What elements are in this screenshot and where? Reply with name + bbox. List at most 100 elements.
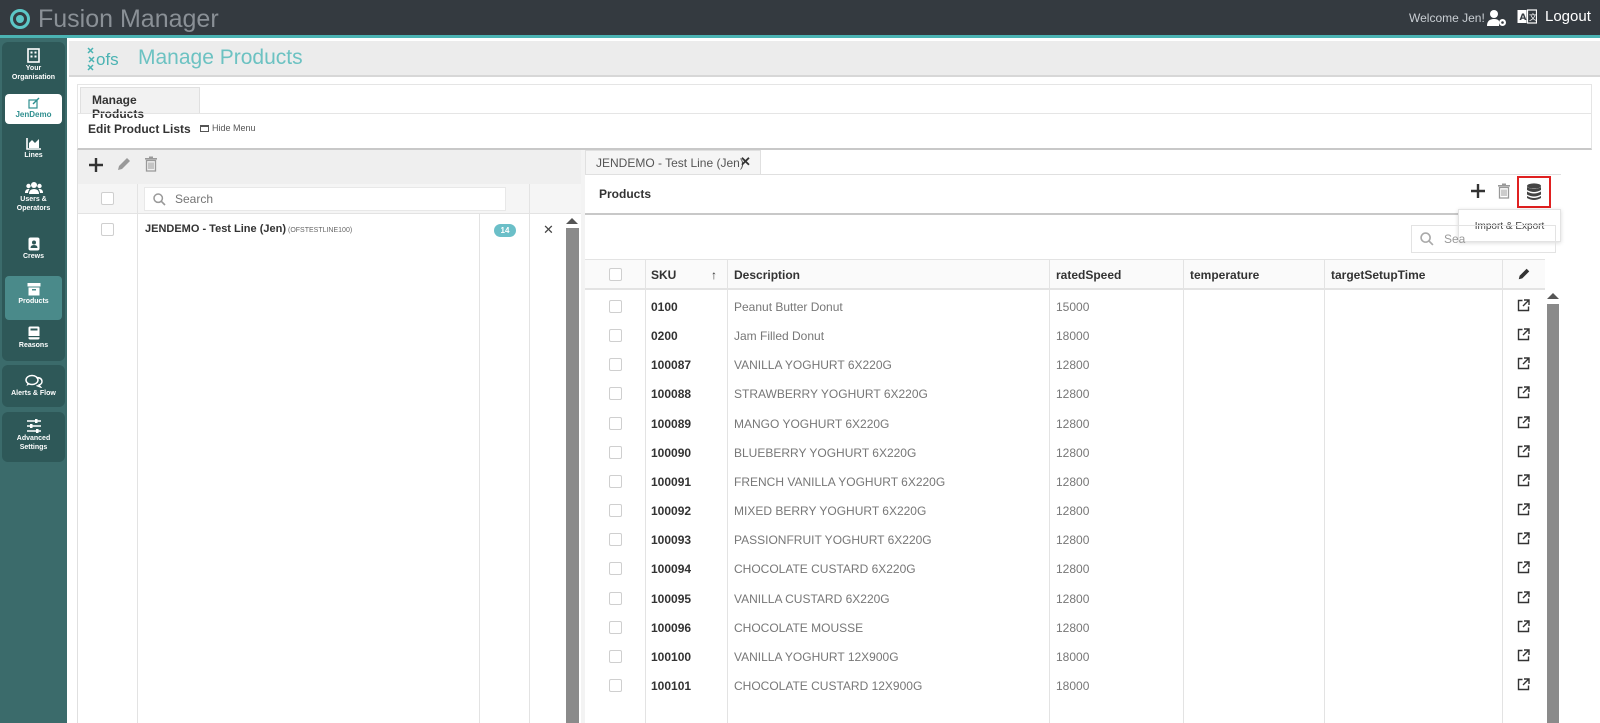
table-row[interactable]: 100094 CHOCOLATE CUSTARD 6X220G 12800 <box>585 554 1545 583</box>
sidebar-item-alerts-flow[interactable]: Alerts & Flow <box>5 371 62 412</box>
column-header-description[interactable]: Description <box>734 268 800 282</box>
row-checkbox[interactable] <box>609 416 622 430</box>
open-external-icon[interactable] <box>1517 678 1530 696</box>
table-row[interactable]: 100095 VANILLA CUSTARD 6X220G 12800 <box>585 584 1545 613</box>
row-checkbox[interactable] <box>609 300 622 313</box>
rated-speed-cell: 12800 <box>1056 387 1090 402</box>
row-checkbox[interactable] <box>609 504 622 518</box>
scroll-up-arrow[interactable] <box>1547 293 1559 299</box>
products-scrollbar[interactable] <box>1547 304 1559 723</box>
row-checkbox[interactable] <box>609 387 622 401</box>
row-checkbox[interactable] <box>609 649 622 663</box>
table-row[interactable]: 0200 Jam Filled Donut 18000 <box>585 321 1545 350</box>
add-list-icon[interactable] <box>88 157 104 173</box>
column-header-rated-speed[interactable]: ratedSpeed <box>1056 268 1121 282</box>
list-search-input[interactable] <box>144 187 506 211</box>
close-tab-icon[interactable]: ✕ <box>740 154 751 170</box>
remove-line-icon[interactable]: ✕ <box>543 222 554 238</box>
open-external-icon[interactable] <box>1517 503 1530 521</box>
rated-speed-cell: 12800 <box>1056 474 1090 489</box>
open-external-icon[interactable] <box>1517 415 1530 434</box>
row-checkbox[interactable] <box>609 445 622 459</box>
rated-speed-cell: 18000 <box>1056 678 1090 693</box>
rated-speed-cell: 12800 <box>1056 562 1090 577</box>
table-row[interactable]: 100100 VANILLA YOGHURT 12X900G 18000 <box>585 642 1545 671</box>
description-cell: CHOCOLATE CUSTARD 12X900G <box>734 678 923 693</box>
sidebar-item-crews[interactable]: Crews <box>5 234 62 275</box>
search-icon <box>1420 232 1434 246</box>
open-external-icon[interactable] <box>1517 474 1530 492</box>
open-external-icon[interactable] <box>1517 386 1530 404</box>
table-row[interactable]: 0100 Peanut Butter Donut 15000 <box>585 292 1545 321</box>
table-row[interactable]: 100091 FRENCH VANILLA YOGHURT 6X220G 12800 <box>585 467 1545 496</box>
scroll-up-arrow[interactable] <box>566 218 578 224</box>
translate-icon[interactable]: A 文 <box>1517 9 1537 25</box>
row-checkbox[interactable] <box>609 358 622 372</box>
table-row[interactable]: 100087 VANILLA YOGHURT 6X220G 12800 <box>585 350 1545 379</box>
open-external-icon[interactable] <box>1517 445 1530 463</box>
description-cell: VANILLA YOGHURT 6X220G <box>734 358 892 373</box>
select-all-products-checkbox[interactable] <box>609 268 622 281</box>
edit-product-lists-title: Edit Product Lists <box>88 122 191 136</box>
select-all-checkbox[interactable] <box>101 192 114 205</box>
open-external-icon[interactable] <box>1517 590 1530 609</box>
table-row[interactable]: 100093 PASSIONFRUIT YOGHURT 6X220G 12800 <box>585 525 1545 554</box>
sliders-icon <box>26 419 41 433</box>
row-checkbox[interactable] <box>609 562 622 576</box>
open-external-icon[interactable] <box>1517 532 1530 550</box>
delete-product-icon[interactable] <box>1497 183 1511 199</box>
edit-list-icon[interactable] <box>116 156 132 172</box>
column-header-temperature[interactable]: temperature <box>1190 268 1259 282</box>
column-header-target-setup-time[interactable]: targetSetupTime <box>1331 268 1425 282</box>
open-external-icon[interactable] <box>1517 619 1530 638</box>
table-row[interactable]: 100088 STRAWBERRY YOGHURT 6X220G 12800 <box>585 379 1545 408</box>
sidebar-item-advanced-settings[interactable]: Advanced Settings <box>5 416 62 460</box>
rated-speed-cell: 12800 <box>1056 358 1090 373</box>
add-product-icon[interactable] <box>1470 183 1486 199</box>
column-header-sku[interactable]: SKU <box>651 268 676 282</box>
table-row[interactable]: 100092 MIXED BERRY YOGHURT 6X220G 12800 <box>585 496 1545 525</box>
sku-cell: 100090 <box>651 445 692 460</box>
sidebar-item-products[interactable]: Products <box>5 276 62 320</box>
sidebar-item-reasons[interactable]: Reasons <box>5 323 62 364</box>
import-export-button[interactable] <box>1517 176 1551 208</box>
table-row[interactable]: 100089 MANGO YOGHURT 6X220G 12800 <box>585 409 1545 438</box>
row-checkbox[interactable] <box>609 591 622 605</box>
sidebar-item-lines[interactable]: Lines <box>5 134 62 175</box>
sku-cell: 0100 <box>651 300 678 314</box>
row-checkbox[interactable] <box>609 620 622 634</box>
tab-divider <box>585 174 1561 175</box>
logout-link[interactable]: Logout <box>1545 8 1591 25</box>
row-checkbox[interactable] <box>609 329 622 343</box>
left-scrollbar[interactable] <box>566 228 579 723</box>
row-checkbox[interactable] <box>609 678 622 692</box>
open-external-icon[interactable] <box>1517 299 1530 317</box>
open-external-icon[interactable] <box>1517 357 1530 375</box>
open-external-icon[interactable] <box>1517 649 1530 667</box>
row-checkbox[interactable] <box>609 474 622 488</box>
tab-manage-products[interactable]: Manage Products <box>80 87 200 121</box>
app-title: Fusion Manager <box>38 5 219 33</box>
table-row[interactable]: 100090 BLUEBERRY YOGHURT 6X220G 12800 <box>585 438 1545 467</box>
table-row[interactable]: 100096 CHOCOLATE MOUSSE 12800 <box>585 613 1545 642</box>
delete-list-icon[interactable] <box>144 156 158 172</box>
open-external-icon[interactable] <box>1517 328 1530 346</box>
hide-menu-toggle[interactable]: Hide Menu <box>200 123 256 133</box>
sidebar-item-jendemo[interactable]: JenDemo <box>5 94 62 124</box>
sidebar-item-users-operators[interactable]: Users & Operators <box>5 178 62 219</box>
description-cell: BLUEBERRY YOGHURT 6X220G <box>734 445 917 460</box>
tab-line-products[interactable]: JENDEMO - Test Line (Jen) <box>585 150 761 174</box>
line-row[interactable]: JENDEMO - Test Line (Jen) (OFSTESTLINE100… <box>145 223 352 235</box>
sidebar-item-your-organisation[interactable]: Your Organisation <box>5 45 62 86</box>
sku-cell: 100101 <box>651 678 692 693</box>
user-settings-icon[interactable] <box>1487 9 1507 27</box>
line-row-checkbox[interactable] <box>101 223 114 236</box>
sort-ascending-icon[interactable]: ↑ <box>711 268 717 282</box>
table-row[interactable]: 100101 CHOCOLATE CUSTARD 12X900G 18000 <box>585 671 1545 700</box>
open-external-icon[interactable] <box>1517 561 1530 579</box>
rated-speed-cell: 12800 <box>1056 445 1090 460</box>
edit-columns-icon[interactable] <box>1517 267 1531 281</box>
products-table: SKU ↑ Description ratedSpeed temperature… <box>585 259 1545 723</box>
row-checkbox[interactable] <box>609 533 622 547</box>
column-divider <box>479 214 480 723</box>
